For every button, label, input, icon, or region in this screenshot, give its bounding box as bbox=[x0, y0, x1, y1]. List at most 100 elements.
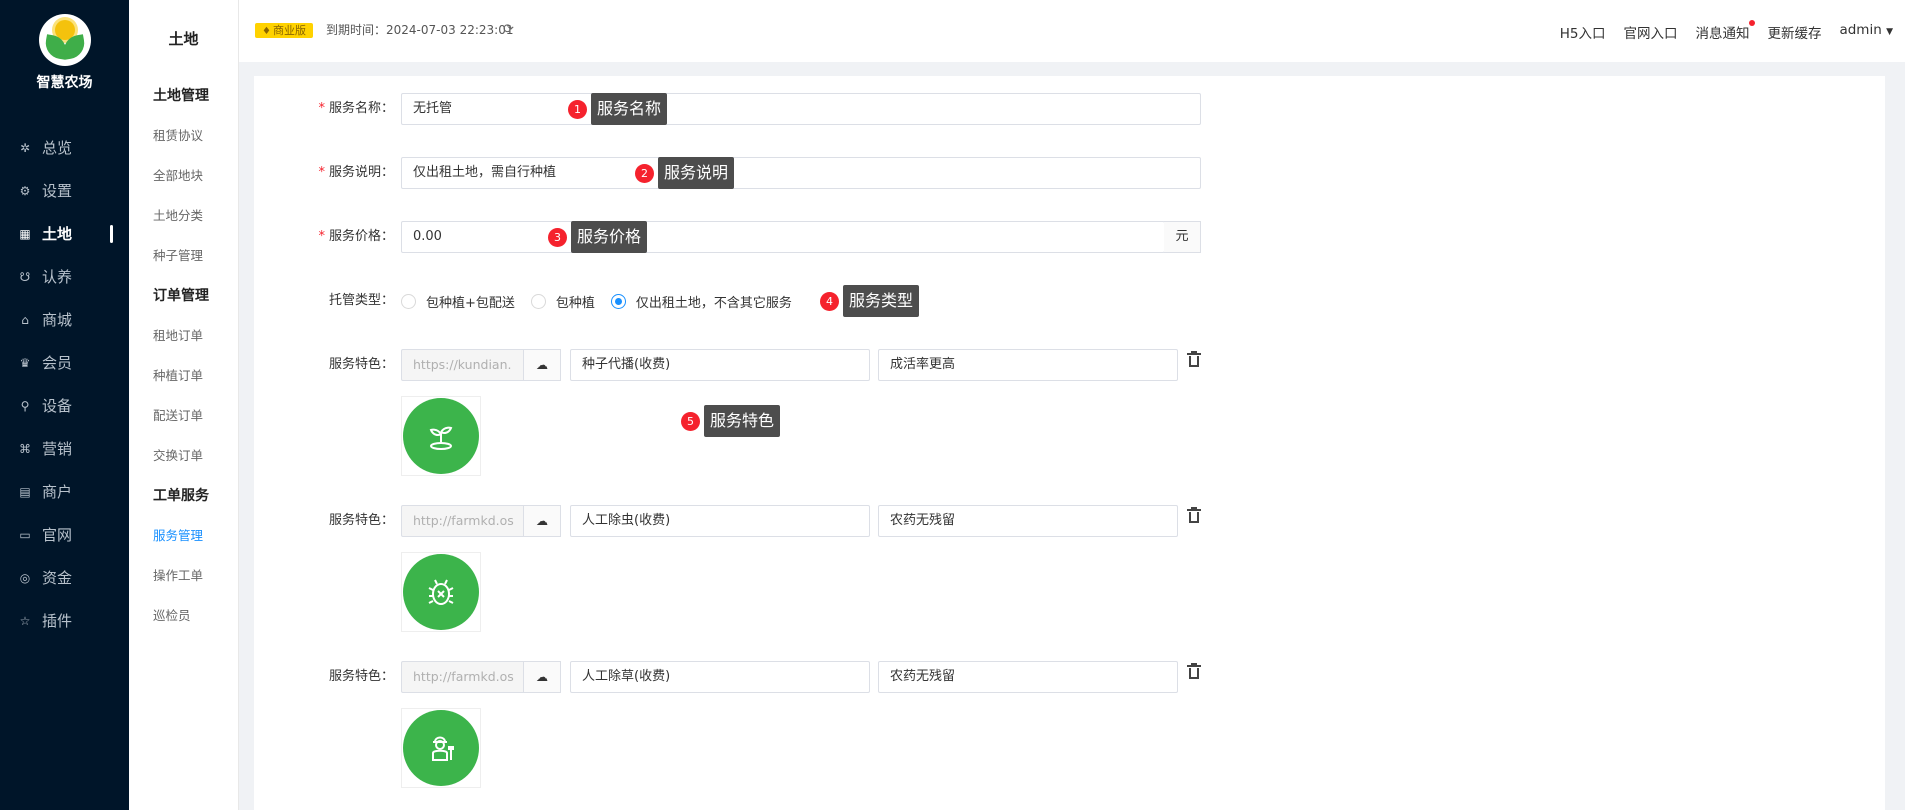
feature-1-image-url-input[interactable]: https://kundian. bbox=[401, 349, 524, 381]
brand-logo[interactable]: 智慧农场 bbox=[0, 14, 129, 92]
website-icon: ▭ bbox=[19, 527, 31, 542]
submenu-title: 土地 bbox=[168, 29, 199, 48]
feature-3-desc-input[interactable]: 农药无残留 bbox=[878, 661, 1178, 693]
nav-item-plugin[interactable]: ☆ 插件 bbox=[0, 599, 129, 642]
website-entry-link[interactable]: 官网入口 bbox=[1623, 22, 1677, 42]
radio-circle bbox=[401, 293, 416, 309]
feature-3-name-input[interactable]: 人工除草(收费) bbox=[570, 661, 870, 693]
nav-item-member[interactable]: ♛ 会员 bbox=[0, 341, 129, 384]
nav-item-land[interactable]: ▦ 土地 bbox=[0, 212, 129, 255]
submenu-item-seed-management[interactable]: 种子管理 bbox=[129, 236, 238, 276]
refresh-cache-link[interactable]: 更新缓存 bbox=[1767, 22, 1821, 42]
submenu-item-service-management[interactable]: 服务管理 bbox=[129, 516, 238, 556]
submenu-item-rent-orders[interactable]: 租地订单 bbox=[129, 316, 238, 356]
submenu-item-planting-orders[interactable]: 种植订单 bbox=[129, 356, 238, 396]
feature-label: 服务特色： bbox=[328, 513, 394, 528]
trash-icon[interactable] bbox=[1186, 351, 1202, 369]
submenu-group-work-order-service: 工单服务 bbox=[153, 488, 209, 504]
submenu-item-exchange-orders[interactable]: 交换订单 bbox=[129, 436, 238, 476]
form-row-type: 托管类型： 包种植+包配送 包种植 仅出租土地，不含其它服务 bbox=[254, 285, 1254, 317]
nav-item-mall[interactable]: ⌂ 商城 bbox=[0, 298, 129, 341]
seedling-icon bbox=[403, 398, 479, 474]
diamond-icon: ♦ bbox=[262, 26, 271, 37]
notifications-label: 消息通知 bbox=[1695, 26, 1750, 42]
annotation-number: 4 bbox=[820, 291, 839, 311]
submenu-item-land-category[interactable]: 土地分类 bbox=[129, 196, 238, 236]
trash-icon[interactable] bbox=[1186, 663, 1202, 681]
secondary-menu: 土地 土地管理 租赁协议 全部地块 土地分类 种子管理 订单管理 租地订单 种植… bbox=[129, 0, 239, 810]
nav-label: 商城 bbox=[42, 311, 73, 329]
annotation-number: 2 bbox=[635, 163, 654, 183]
annotation-4: 4 服务类型 bbox=[820, 285, 920, 317]
expire-info: 到期时间：2024-07-03 22:23:01 bbox=[326, 23, 513, 38]
nav-label: 插件 bbox=[42, 612, 73, 630]
nav-item-overview[interactable]: ✲ 总览 bbox=[0, 126, 129, 169]
funds-icon: ◎ bbox=[19, 570, 31, 585]
nav-label: 官网 bbox=[42, 526, 73, 544]
feature-2-image-url-input[interactable]: http://farmkd.os bbox=[401, 505, 524, 537]
nav-label: 设置 bbox=[42, 182, 73, 200]
nav-item-settings[interactable]: ⚙ 设置 bbox=[0, 169, 129, 212]
nav-item-merchant[interactable]: ▤ 商户 bbox=[0, 470, 129, 513]
trash-icon[interactable] bbox=[1186, 507, 1202, 525]
service-desc-input[interactable]: 仅出租土地，需自行种植 bbox=[401, 157, 1201, 189]
mall-icon: ⌂ bbox=[21, 312, 29, 327]
admin-username: admin bbox=[1839, 22, 1882, 38]
annotation-number: 5 bbox=[681, 411, 700, 431]
price-label-text: 服务价格： bbox=[328, 229, 394, 244]
price-label: * 服务价格： bbox=[318, 221, 394, 253]
feature-3-image-url-input[interactable]: http://farmkd.os bbox=[401, 661, 524, 693]
submenu-item-operation-tickets[interactable]: 操作工单 bbox=[129, 556, 238, 596]
top-links: H5入口 官网入口 消息通知 更新缓存 admin ▼ bbox=[1560, 20, 1893, 42]
form-row-name: * 服务名称： 无托管 bbox=[254, 93, 1254, 125]
feature-1-desc-input[interactable]: 成活率更高 bbox=[878, 349, 1178, 381]
h5-entry-link[interactable]: H5入口 bbox=[1560, 22, 1606, 42]
form-row-desc: * 服务说明： 仅出租土地，需自行种植 bbox=[254, 157, 1254, 189]
submenu-group-land-management: 土地管理 bbox=[153, 88, 209, 104]
upload-icon[interactable]: ☁ bbox=[524, 661, 561, 693]
required-mark: * bbox=[318, 101, 325, 116]
submenu-item-all-plots[interactable]: 全部地块 bbox=[129, 156, 238, 196]
nav-item-funds[interactable]: ◎ 资金 bbox=[0, 556, 129, 599]
service-name-input[interactable]: 无托管 bbox=[401, 93, 1201, 125]
nav-item-marketing[interactable]: ⌘ 营销 bbox=[0, 427, 129, 470]
radio-land-rent-only[interactable]: 仅出租土地，不含其它服务 bbox=[610, 292, 792, 311]
settings-icon: ⚙ bbox=[19, 183, 31, 198]
feature-2-name-input[interactable]: 人工除虫(收费) bbox=[570, 505, 870, 537]
price-unit: 元 bbox=[1164, 221, 1201, 253]
upload-icon[interactable]: ☁ bbox=[524, 505, 561, 537]
required-mark: * bbox=[318, 229, 325, 244]
radio-plant-only[interactable]: 包种植 bbox=[530, 292, 595, 311]
service-price-input[interactable]: 0.00 bbox=[401, 221, 1165, 253]
feature-1-thumbnail bbox=[401, 396, 481, 476]
nav-item-device[interactable]: ⚲ 设备 bbox=[0, 384, 129, 427]
edition-label: 商业版 bbox=[272, 24, 306, 37]
submenu-item-inspectors[interactable]: 巡检员 bbox=[129, 596, 238, 636]
feature-label: 服务特色： bbox=[328, 357, 394, 372]
feature-1-name-input[interactable]: 种子代播(收费) bbox=[570, 349, 870, 381]
admin-user-menu[interactable]: admin ▼ bbox=[1839, 22, 1893, 42]
member-icon: ♛ bbox=[19, 355, 31, 370]
refresh-icon[interactable]: ⟳ bbox=[503, 22, 514, 37]
adopt-icon: ☋ bbox=[19, 269, 31, 284]
submenu-item-lease-agreement[interactable]: 租赁协议 bbox=[129, 116, 238, 156]
feature-row-1: 服务特色： https://kundian. ☁ 种子代播(收费) 成活率更高 bbox=[254, 349, 1254, 381]
annotation-3: 3 服务价格 bbox=[548, 221, 648, 253]
hosting-type-radio-group: 包种植+包配送 包种植 仅出租土地，不含其它服务 bbox=[401, 285, 808, 317]
feature-2-desc-input[interactable]: 农药无残留 bbox=[878, 505, 1178, 537]
submenu-item-delivery-orders[interactable]: 配送订单 bbox=[129, 396, 238, 436]
feature-3-thumbnail bbox=[401, 708, 481, 788]
nav-item-website[interactable]: ▭ 官网 bbox=[0, 513, 129, 556]
radio-plant-and-deliver[interactable]: 包种植+包配送 bbox=[401, 292, 515, 311]
upload-icon[interactable]: ☁ bbox=[524, 349, 561, 381]
device-icon: ⚲ bbox=[20, 398, 30, 413]
nav-label: 认养 bbox=[42, 268, 73, 286]
nav-item-adopt[interactable]: ☋ 认养 bbox=[0, 255, 129, 298]
farm-logo-icon bbox=[38, 14, 91, 66]
notifications-link[interactable]: 消息通知 bbox=[1695, 20, 1756, 42]
bug-free-icon bbox=[403, 554, 479, 630]
service-form-card: * 服务名称： 无托管 1 服务名称 * 服务说明： 仅出租土地，需自行种植 2 服… bbox=[254, 76, 1885, 810]
annotation-text: 服务类型 bbox=[843, 285, 920, 317]
edition-badge: ♦ 商业版 bbox=[255, 23, 313, 38]
nav-label: 总览 bbox=[42, 139, 73, 157]
